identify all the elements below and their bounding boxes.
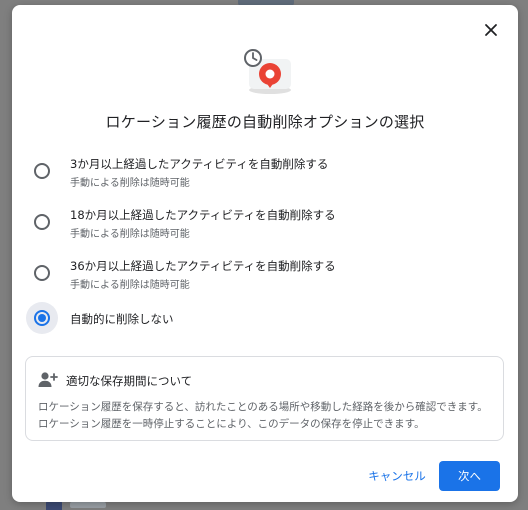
option-label: 自動的に削除しない [70,312,174,326]
info-title: 適切な保存期間について [66,374,193,388]
background-text-fragment [70,502,106,508]
auto-delete-dialog: ロケーション履歴の自動削除オプションの選択 3か月以上経過したアクティビティを自… [12,5,518,502]
person-add-icon [38,372,58,387]
option-label: 18か月以上経過したアクティビティを自動削除する [70,208,336,222]
option-label: 36か月以上経過したアクティビティを自動削除する [70,259,336,273]
close-icon [485,24,497,36]
radio-never-delete[interactable] [26,302,58,334]
close-button[interactable] [478,17,504,43]
option-sublabel: 手動による削除は随時可能 [70,280,190,291]
option-sublabel: 手動による削除は随時可能 [70,178,190,189]
dialog-title: ロケーション履歴の自動削除オプションの選択 [105,113,425,131]
radio-36-months[interactable] [26,257,58,289]
radio-3-months[interactable] [26,155,58,187]
option-36-months[interactable]: 36か月以上経過したアクティビティを自動削除する 手動による削除は随時可能 [26,257,496,297]
cancel-button[interactable]: キャンセル [364,462,430,490]
info-body: ロケーション履歴を保存すると、訪れたことのある場所や移動した経路を後から確認でき… [38,401,488,430]
retention-info-card: 適切な保存期間について ロケーション履歴を保存すると、訪れたことのある場所や移動… [25,356,504,441]
option-18-months[interactable]: 18か月以上経過したアクティビティを自動削除する 手動による削除は随時可能 [26,206,496,246]
radio-18-months[interactable] [26,206,58,238]
option-label: 3か月以上経過したアクティビティを自動削除する [70,157,329,171]
location-history-clock-icon [244,49,291,94]
option-sublabel: 手動による削除は随時可能 [70,229,190,240]
option-3-months[interactable]: 3か月以上経過したアクティビティを自動削除する 手動による削除は随時可能 [26,155,496,195]
next-button[interactable]: 次へ [439,461,500,491]
option-never-delete[interactable]: 自動的に削除しない [26,302,496,342]
